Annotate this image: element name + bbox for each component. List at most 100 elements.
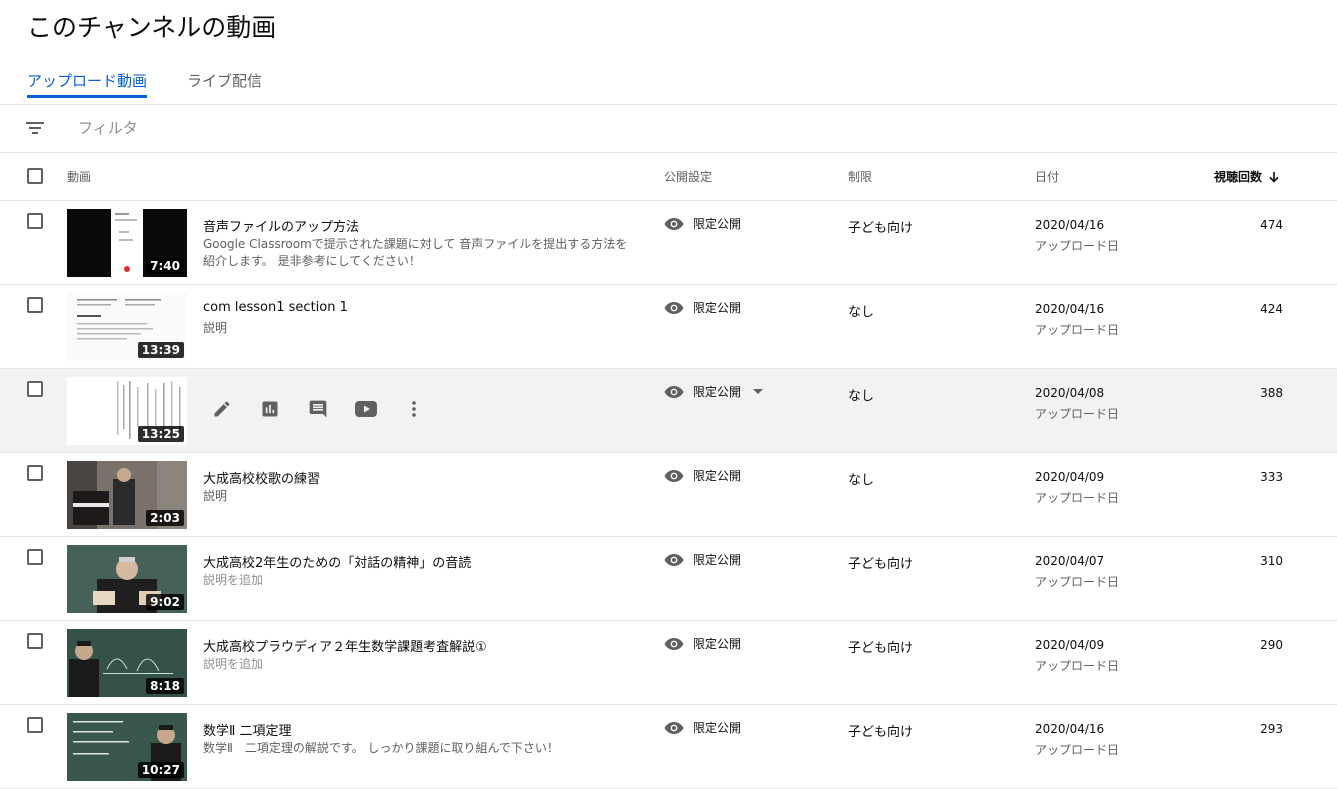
eye-icon (664, 469, 684, 482)
eye-icon (664, 553, 684, 566)
upload-date-label: アップロード日 (1035, 743, 1120, 757)
tab-live[interactable]: ライブ配信 (187, 64, 262, 98)
visibility-label: 限定公開 (693, 553, 742, 567)
visibility-status[interactable]: 限定公開 (664, 635, 741, 652)
visibility-label: 限定公開 (693, 301, 742, 315)
column-header-visibility[interactable]: 公開設定 (664, 168, 712, 185)
eye-icon (664, 217, 684, 230)
more-options-icon[interactable] (402, 397, 426, 421)
arrow-down-icon (1269, 171, 1279, 183)
column-header-video: 動画 (67, 170, 92, 184)
eye-icon (664, 637, 684, 650)
video-duration: 10:27 (137, 762, 184, 778)
video-title[interactable]: 大成高校校歌の練習 (203, 468, 320, 487)
video-title[interactable]: 音声ファイルのアップ方法 (203, 216, 359, 235)
video-thumbnail[interactable]: 8:18 (67, 629, 187, 697)
visibility-status[interactable]: 限定公開 (664, 299, 741, 316)
select-all-checkbox[interactable] (27, 168, 43, 184)
table-row[interactable]: 2:03 大成高校校歌の練習 説明 限定公開 なし 2020/04/09 アップ… (0, 453, 1337, 537)
visibility-status[interactable]: 限定公開 (664, 551, 741, 568)
upload-date-label: アップロード日 (1035, 323, 1120, 337)
video-duration: 7:40 (146, 258, 184, 274)
upload-date-label: アップロード日 (1035, 575, 1120, 589)
row-checkbox[interactable] (27, 465, 43, 481)
view-count: 310 (1260, 554, 1283, 568)
row-checkbox[interactable] (27, 549, 43, 565)
visibility-status[interactable]: 限定公開 (664, 215, 741, 232)
analytics-icon[interactable] (258, 397, 282, 421)
table-row[interactable]: 10:27 数学Ⅱ 二項定理 数学Ⅱ 二項定理の解説です。 しっかり課題に取り組… (0, 705, 1337, 789)
video-duration: 9:02 (146, 594, 184, 610)
row-checkbox[interactable] (27, 717, 43, 733)
video-title[interactable]: com lesson1 section 1 (203, 300, 348, 315)
view-count: 290 (1260, 638, 1283, 652)
view-count: 333 (1260, 470, 1283, 484)
upload-date-label: アップロード日 (1035, 659, 1120, 673)
video-description: Google Classroomで提示された課題に対して 音声ファイルを提出する… (203, 237, 628, 268)
row-checkbox[interactable] (27, 297, 43, 313)
visibility-status[interactable]: 限定公開 (664, 383, 772, 400)
restriction-label: なし (848, 305, 875, 320)
visibility-status[interactable]: 限定公開 (664, 467, 741, 484)
tab-uploads[interactable]: アップロード動画 (27, 64, 148, 98)
eye-icon (664, 721, 684, 734)
visibility-status[interactable]: 限定公開 (664, 719, 741, 736)
video-description: 説明 (203, 489, 228, 503)
upload-date: 2020/04/08 (1035, 386, 1105, 400)
visibility-label: 限定公開 (693, 721, 742, 735)
restriction-label: 子ども向け (848, 641, 914, 656)
row-actions (210, 397, 450, 421)
video-duration: 13:39 (137, 342, 184, 358)
edit-icon[interactable] (210, 397, 234, 421)
filter-input[interactable] (78, 116, 578, 140)
video-title[interactable]: 大成高校プラウディア２年生数学課題考査解説① (203, 636, 487, 655)
youtube-icon[interactable] (354, 397, 378, 421)
restriction-label: なし (848, 473, 875, 488)
video-title[interactable]: 数学Ⅱ 二項定理 (203, 720, 292, 739)
row-checkbox[interactable] (27, 213, 43, 229)
table-row[interactable]: 7:40 音声ファイルのアップ方法 Google Classroomで提示された… (0, 201, 1337, 285)
tab-bar: アップロード動画 ライブ配信 (27, 64, 302, 104)
video-thumbnail[interactable]: 2:03 (67, 461, 187, 529)
view-count: 293 (1260, 722, 1283, 736)
table-row[interactable]: 13:25 限定公開 なし 2020/04/08 アップロード日 388 (0, 369, 1337, 453)
table-row[interactable]: 8:18 大成高校プラウディア２年生数学課題考査解説① 説明を追加 限定公開 子… (0, 621, 1337, 705)
view-count: 424 (1260, 302, 1283, 316)
caret-down-icon[interactable] (753, 388, 764, 395)
page-title: このチャンネルの動画 (27, 13, 277, 42)
column-header-views-label: 視聴回数 (1214, 170, 1263, 184)
visibility-label: 限定公開 (693, 637, 742, 651)
add-description-link[interactable]: 説明を追加 (203, 572, 633, 589)
video-thumbnail[interactable]: 9:02 (67, 545, 187, 613)
column-header-date[interactable]: 日付 (1035, 168, 1059, 185)
upload-date: 2020/04/16 (1035, 722, 1105, 736)
restriction-label: なし (848, 389, 875, 404)
eye-icon (664, 301, 684, 314)
divider (0, 152, 1337, 153)
table-row[interactable]: 9:02 大成高校2年生のための「対話の精神」の音読 説明を追加 限定公開 子ど… (0, 537, 1337, 621)
table-row[interactable]: 13:39 com lesson1 section 1 説明 限定公開 なし 2… (0, 285, 1337, 369)
visibility-label: 限定公開 (693, 385, 742, 399)
restriction-label: 子ども向け (848, 221, 914, 236)
add-description-link[interactable]: 説明を追加 (203, 656, 633, 673)
video-thumbnail[interactable]: 13:39 (67, 293, 187, 361)
upload-date-label: アップロード日 (1035, 407, 1120, 421)
video-thumbnail[interactable]: 13:25 (67, 377, 187, 445)
row-checkbox[interactable] (27, 633, 43, 649)
video-duration: 8:18 (146, 678, 184, 694)
view-count: 474 (1260, 218, 1283, 232)
divider (0, 104, 1337, 105)
column-header-views[interactable]: 視聴回数 (1214, 168, 1280, 185)
video-thumbnail[interactable]: 7:40 (67, 209, 187, 277)
view-count: 388 (1260, 386, 1283, 400)
video-title[interactable]: 大成高校2年生のための「対話の精神」の音読 (203, 552, 471, 571)
column-header-restrictions[interactable]: 制限 (848, 168, 872, 185)
video-duration: 2:03 (146, 510, 184, 526)
row-checkbox[interactable] (27, 381, 43, 397)
upload-date-label: アップロード日 (1035, 491, 1120, 505)
video-thumbnail[interactable]: 10:27 (67, 713, 187, 781)
upload-date: 2020/04/07 (1035, 554, 1105, 568)
comments-icon[interactable] (306, 397, 330, 421)
filter-icon[interactable] (26, 121, 44, 135)
restriction-label: 子ども向け (848, 725, 914, 740)
